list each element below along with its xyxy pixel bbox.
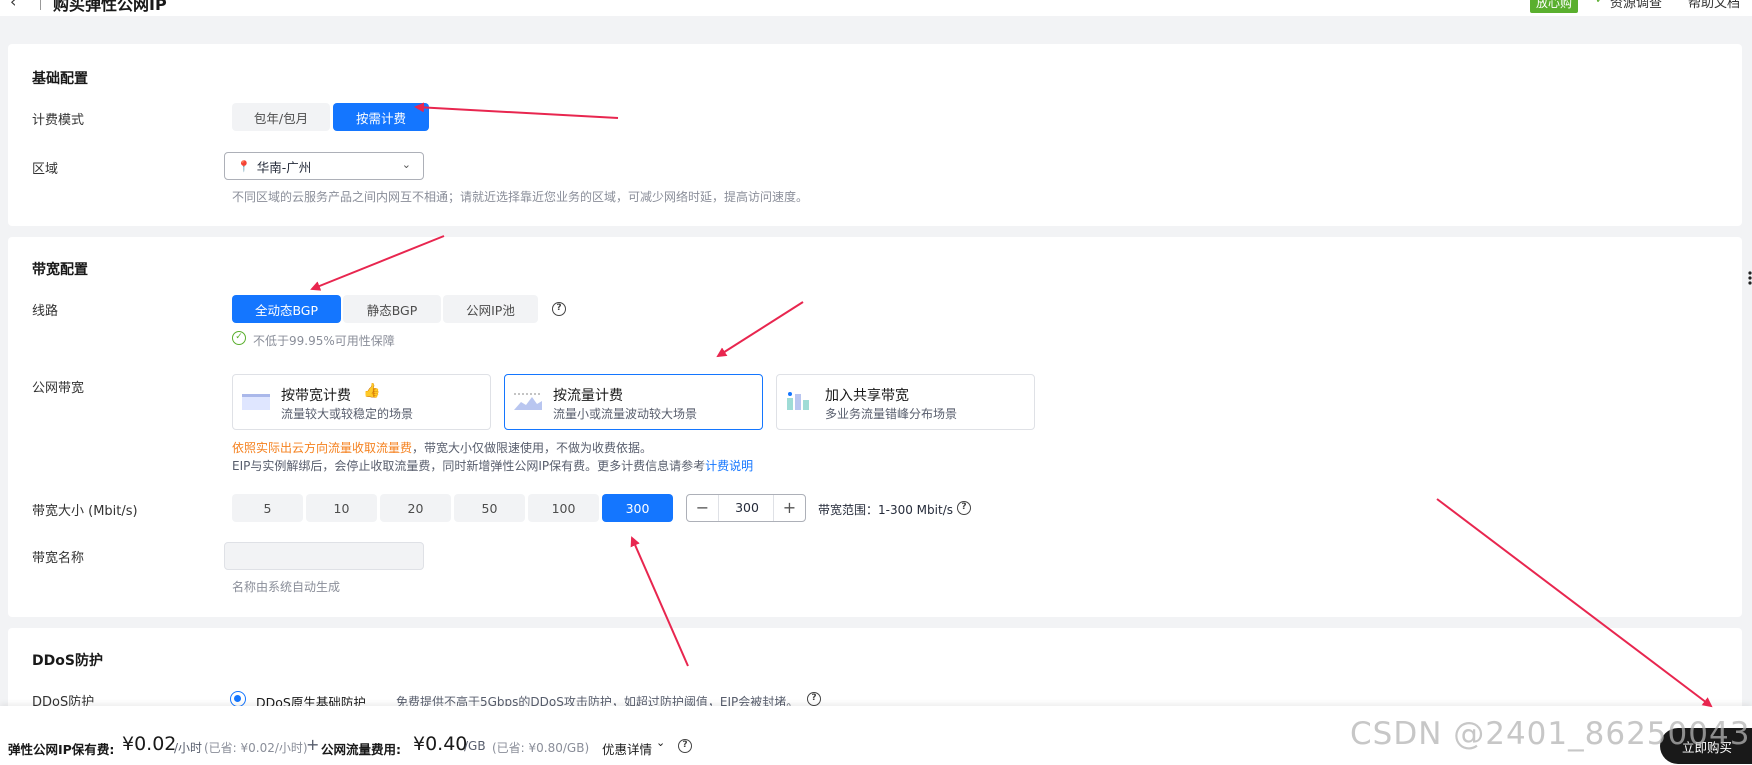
top-header: ‹ 购买弹性公网IP 放心购 ✓ 资源调查 帮助文档 xyxy=(0,0,1752,16)
back-arrow-icon[interactable]: ‹ xyxy=(10,0,16,11)
size-option-50[interactable]: 50 xyxy=(454,494,525,522)
ip-fee-unit: /小时 xyxy=(174,741,203,755)
help-docs-link[interactable]: 帮助文档 xyxy=(1688,0,1740,11)
ddos-basic-radio[interactable] xyxy=(230,691,246,707)
card-title: 加入共享带宽 xyxy=(825,388,909,404)
page-title: 购买弹性公网IP xyxy=(53,0,167,14)
shared-bars-icon xyxy=(787,392,809,410)
chevron-down-icon: ⌄ xyxy=(401,158,411,171)
bandwidth-chart-icon xyxy=(242,394,270,410)
thumbs-up-icon: 👍 xyxy=(363,383,381,399)
line-availability-hint: 不低于99.95%可用性保障 xyxy=(253,334,395,348)
ip-fee-price: ¥0.02 xyxy=(122,733,177,755)
card-title: 按带宽计费 xyxy=(281,388,351,404)
ip-fee-label: 弹性公网IP保有费: xyxy=(8,742,115,757)
chevron-down-icon[interactable]: ⌄ xyxy=(656,736,665,749)
plus-icon[interactable]: + xyxy=(773,495,805,521)
bandwidth-name-input[interactable] xyxy=(224,542,424,570)
billing-note-2-text: EIP与实例解绑后，会停止收取流量费，同时新增弹性公网IP保有费。更多计费信息请… xyxy=(232,459,706,473)
bandwidth-name-hint: 名称由系统自动生成 xyxy=(232,580,341,594)
billing-option-yearly[interactable]: 包年/包月 xyxy=(232,103,330,131)
help-circle-icon[interactable]: ? xyxy=(678,739,692,753)
region-hint: 不同区域的云服务产品之间内网互不相通；请就近选择靠近您业务的区域，可减少网络时延… xyxy=(232,190,809,204)
section-title-bandwidth: 带宽配置 xyxy=(32,262,88,278)
card-desc: 多业务流量错峰分布场景 xyxy=(825,407,958,421)
bandwidth-size-label: 带宽大小 (Mbit/s) xyxy=(32,504,138,519)
header-divider xyxy=(40,0,41,10)
card-desc: 流量较大或较稳定的场景 xyxy=(281,407,414,421)
line-option-ip-pool[interactable]: 公网IP池 xyxy=(443,295,538,323)
region-value: 华南-广州 xyxy=(256,159,312,175)
line-label: 线路 xyxy=(32,304,59,319)
minus-icon[interactable]: − xyxy=(687,495,719,521)
traffic-fee-save: (已省: ¥0.80/GB) xyxy=(492,741,590,755)
traffic-fee-unit: /GB xyxy=(464,739,486,753)
plus-sign: + xyxy=(306,735,320,754)
size-option-100[interactable]: 100 xyxy=(528,494,599,522)
billing-doc-link[interactable]: 计费说明 xyxy=(705,459,753,473)
bandwidth-stepper[interactable]: − 300 + xyxy=(686,494,806,522)
size-option-20[interactable]: 20 xyxy=(380,494,451,522)
check-circle-icon: ✓ xyxy=(232,331,246,345)
discount-details-link[interactable]: 优惠详情 xyxy=(602,739,652,758)
card-bandwidth-billing[interactable]: 按带宽计费 👍 流量较大或较稳定的场景 xyxy=(232,374,491,430)
public-bandwidth-label: 公网带宽 xyxy=(32,381,85,396)
billing-option-on-demand[interactable]: 按需计费 xyxy=(333,103,429,131)
traffic-fee-price: ¥0.40 xyxy=(413,733,468,755)
traffic-fee-label: 公网流量费用: xyxy=(321,742,401,757)
card-traffic-billing[interactable]: 按流量计费 流量小或流量波动较大场景 xyxy=(504,374,763,430)
section-title-ddos: DDoS防护 xyxy=(32,653,103,669)
billing-mode-label: 计费模式 xyxy=(32,113,85,128)
size-option-10[interactable]: 10 xyxy=(306,494,377,522)
region-label: 区域 xyxy=(32,162,59,177)
billing-note-rest: ，带宽大小仅做限速使用，不做为收费依据。 xyxy=(412,441,653,455)
check-circle-icon: ✓ xyxy=(1595,0,1605,6)
line-option-dynamic-bgp[interactable]: 全动态BGP xyxy=(232,295,341,323)
billing-note: 依照实际出云方向流量收取流量费，带宽大小仅做限速使用，不做为收费依据。 xyxy=(232,439,652,456)
card-title: 按流量计费 xyxy=(553,388,623,404)
help-circle-icon[interactable]: ? xyxy=(957,501,971,515)
trust-badge: 放心购 xyxy=(1530,0,1579,13)
location-pin-icon: 📍 xyxy=(237,159,251,173)
size-option-300[interactable]: 300 xyxy=(602,494,673,522)
size-option-5[interactable]: 5 xyxy=(232,494,303,522)
csdn-watermark: CSDN @2401_86250043 xyxy=(1350,716,1751,752)
bandwidth-range-text: 带宽范围：1-300 Mbit/s xyxy=(818,503,953,517)
billing-note-2: EIP与实例解绑后，会停止收取流量费，同时新增弹性公网IP保有费。更多计费信息请… xyxy=(232,457,753,474)
section-title-basic: 基础配置 xyxy=(32,71,88,87)
traffic-wave-icon xyxy=(514,393,542,410)
more-vertical-icon[interactable] xyxy=(1744,270,1752,286)
line-option-static-bgp[interactable]: 静态BGP xyxy=(343,295,441,323)
survey-link[interactable]: 资源调查 xyxy=(1610,0,1662,11)
card-shared-bandwidth[interactable]: 加入共享带宽 多业务流量错峰分布场景 xyxy=(776,374,1035,430)
region-select[interactable]: 📍 华南-广州 ⌄ xyxy=(224,152,424,180)
ip-fee-save: (已省: ¥0.02/小时) xyxy=(204,741,308,755)
help-circle-icon[interactable]: ? xyxy=(552,302,566,316)
help-circle-icon[interactable]: ? xyxy=(807,692,821,706)
basic-config-card: 基础配置 计费模式 区域 不同区域的云服务产品之间内网互不相通；请就近选择靠近您… xyxy=(8,44,1742,226)
bandwidth-name-label: 带宽名称 xyxy=(32,551,85,566)
card-desc: 流量小或流量波动较大场景 xyxy=(553,407,698,421)
billing-note-highlight: 依照实际出云方向流量收取流量费 xyxy=(232,441,413,455)
stepper-value[interactable]: 300 xyxy=(719,495,775,521)
